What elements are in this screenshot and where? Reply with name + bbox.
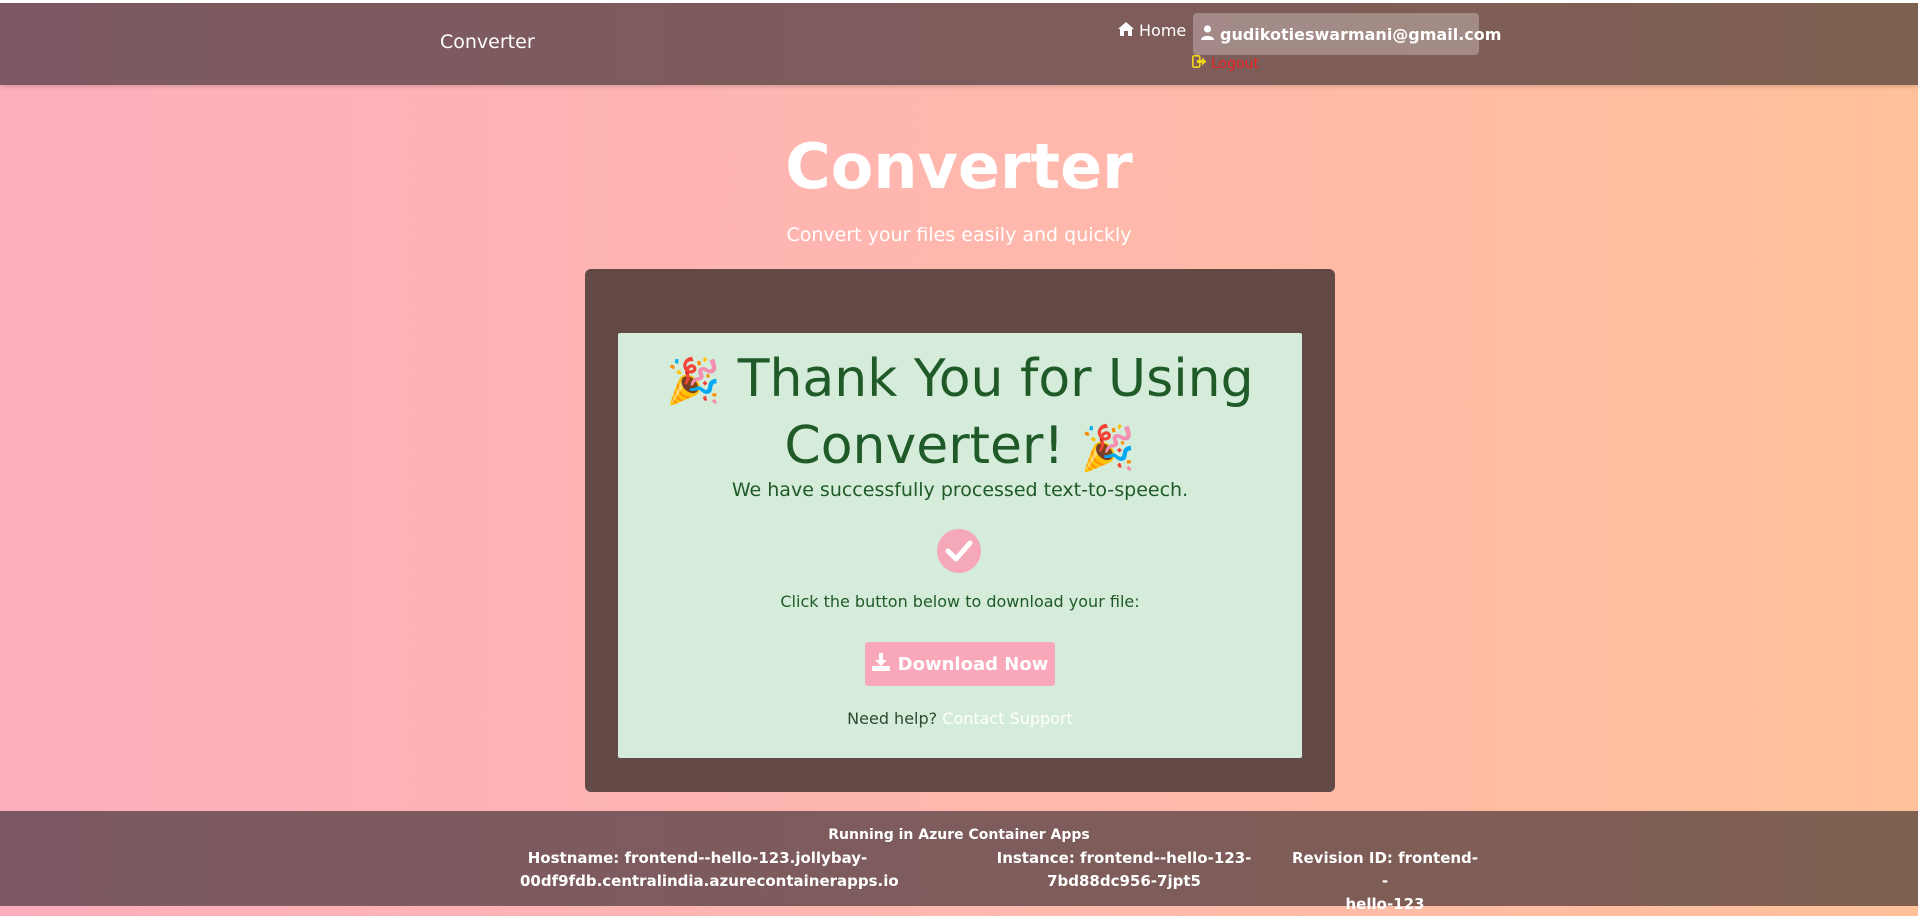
home-icon xyxy=(1118,21,1134,40)
nav-home-label: Home xyxy=(1139,21,1187,40)
logout-label: Logout xyxy=(1211,55,1259,72)
instance-line1: Instance: frontend--hello-123- xyxy=(996,849,1252,867)
logout-icon xyxy=(1192,55,1207,72)
footer-instance: Instance: frontend--hello-123- 7bd88dc95… xyxy=(995,847,1253,893)
user-email: gudikotieswarmani@gmail.com xyxy=(1220,24,1502,44)
footer-running-text: Running in Azure Container Apps xyxy=(828,827,1090,843)
footer: Running in Azure Container Apps Hostname… xyxy=(0,811,1918,913)
page-title: Converter xyxy=(785,130,1133,203)
thank-you-line2: Converter! xyxy=(784,416,1065,476)
processed-message: We have successfully processed text-to-s… xyxy=(731,479,1189,501)
hostname-line2: 00df9fdb.centralindia.azurecontainerapps… xyxy=(520,872,899,890)
success-panel: 🎉 Thank You for Using Converter! 🎉 We ha… xyxy=(618,333,1302,758)
download-button[interactable]: Download Now xyxy=(865,642,1055,686)
party-popper-icon: 🎉 xyxy=(666,356,722,407)
check-circle-icon xyxy=(937,529,981,573)
download-icon xyxy=(871,652,890,676)
download-instruction: Click the button below to download your … xyxy=(780,592,1140,611)
nav-home-link[interactable]: Home xyxy=(1118,21,1186,40)
logout-link[interactable]: Logout xyxy=(1192,55,1259,72)
thank-you-line1: Thank You for Using xyxy=(737,349,1254,409)
brand-link[interactable]: Converter xyxy=(440,31,535,53)
user-account-button[interactable]: gudikotieswarmani@gmail.com xyxy=(1193,13,1501,55)
hostname-line1: Hostname: frontend--hello-123.jollybay- xyxy=(527,849,868,867)
revision-line1: Revision ID: frontend-- xyxy=(1291,849,1479,890)
download-button-label: Download Now xyxy=(897,653,1049,675)
help-text: Need help? Contact Support xyxy=(618,709,1302,728)
navbar: Converter Home gudikotieswarmani@gmail.c… xyxy=(0,3,1918,85)
result-card: 🎉 Thank You for Using Converter! 🎉 We ha… xyxy=(585,269,1335,792)
contact-support-link[interactable]: Contact Support xyxy=(942,709,1073,728)
revision-line2: hello-123 xyxy=(1345,895,1425,913)
instance-line2: 7bd88dc956-7jpt5 xyxy=(1047,872,1201,890)
party-popper-icon: 🎉 xyxy=(1080,423,1136,474)
thank-you-heading: 🎉 Thank You for Using Converter! 🎉 xyxy=(618,347,1302,481)
user-icon xyxy=(1201,24,1214,44)
footer-hostname: Hostname: frontend--hello-123.jollybay- … xyxy=(520,847,899,893)
page-subtitle: Convert your files easily and quickly xyxy=(786,224,1132,246)
help-prefix: Need help? xyxy=(847,709,938,728)
